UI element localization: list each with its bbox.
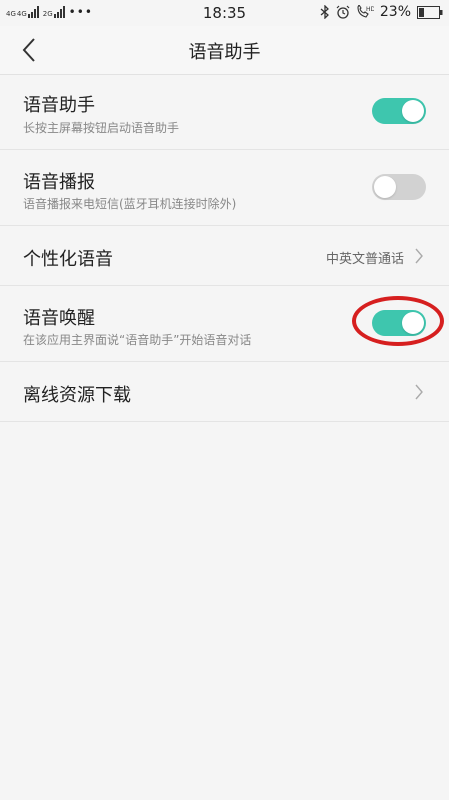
hd-call-icon: HD	[357, 5, 374, 18]
bluetooth-icon	[320, 5, 329, 19]
setting-offline-download[interactable]: 离线资源下载	[0, 362, 449, 422]
page-title: 语音助手	[188, 42, 261, 63]
chevron-right-icon	[415, 384, 423, 400]
setting-subtitle: 长按主屏幕按钮启动语音助手	[23, 121, 180, 135]
setting-title: 离线资源下载	[23, 385, 131, 406]
toggle-knob	[402, 100, 424, 122]
setting-title: 语音助手	[23, 95, 95, 116]
battery-percent: 23%	[379, 4, 411, 20]
battery-icon	[417, 5, 443, 19]
setting-voice-broadcast[interactable]: 语音播报 语音播报来电短信(蓝牙耳机连接时除外)	[0, 150, 449, 226]
top-app-bar: 语音助手	[0, 26, 449, 75]
toggle-knob	[374, 176, 396, 198]
setting-title: 语音唤醒	[23, 308, 95, 329]
setting-subtitle: 在该应用主界面说“语音助手”开始语音对话	[23, 333, 252, 347]
setting-subtitle: 语音播报来电短信(蓝牙耳机连接时除外)	[23, 197, 237, 211]
voice-assistant-toggle[interactable]	[372, 98, 426, 124]
chevron-right-icon	[415, 248, 423, 264]
setting-title: 语音播报	[23, 172, 95, 193]
annotation-circle	[352, 296, 444, 346]
setting-voice-assistant[interactable]: 语音助手 长按主屏幕按钮启动语音助手	[0, 75, 449, 150]
status-right: HD 23%	[320, 4, 443, 20]
voice-broadcast-toggle[interactable]	[372, 174, 426, 200]
alarm-icon	[336, 5, 350, 19]
setting-value: 中英文普通话	[325, 252, 404, 267]
svg-text:HD: HD	[366, 6, 374, 13]
status-bar: 4G 4G 2G ••• 18:35 HD 23%	[0, 0, 449, 26]
setting-personalized-voice[interactable]: 个性化语音 中英文普通话	[0, 226, 449, 286]
setting-title: 个性化语音	[23, 249, 113, 270]
